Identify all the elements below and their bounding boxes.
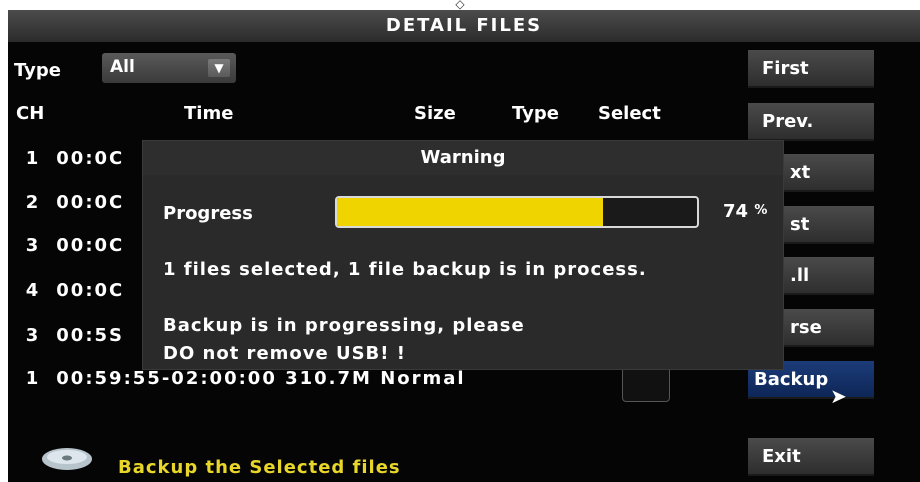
warning-message-line1: Backup is in progressing, please xyxy=(163,315,525,336)
column-header-type: Type xyxy=(512,103,559,124)
type-filter-value: All xyxy=(110,57,135,77)
dialog-title: Warning xyxy=(143,141,783,175)
progress-label: Progress xyxy=(163,203,253,224)
column-header-size: Size xyxy=(414,103,456,124)
warning-dialog: Warning Progress 74 % 1 files selected, … xyxy=(142,140,784,370)
table-row[interactable]: 2 00:0C xyxy=(18,192,124,213)
table-row[interactable]: 4 00:0C xyxy=(18,280,124,301)
progress-fill xyxy=(337,198,604,226)
column-header-time: Time xyxy=(184,103,234,124)
mouse-cursor-icon: ➤ xyxy=(830,384,847,408)
column-header-select: Select xyxy=(598,103,661,124)
footer-hint: Backup the Selected files xyxy=(118,457,401,478)
type-filter-label: Type xyxy=(14,60,61,81)
table-row[interactable]: 3 00:0C xyxy=(18,235,124,256)
table-row[interactable]: 1 00:59:55-02:00:00 310.7M Normal xyxy=(18,368,466,389)
chevron-down-icon: ▼ xyxy=(208,59,230,77)
table-row[interactable]: 3 00:5S xyxy=(18,325,124,346)
type-filter-select[interactable]: All ▼ xyxy=(102,53,236,83)
caret-down-icon: ◇ xyxy=(455,0,465,11)
prev-button[interactable]: Prev. xyxy=(748,103,874,141)
warning-message-line2: DO not remove USB! ! xyxy=(163,343,406,364)
disc-icon xyxy=(42,448,92,470)
status-message: 1 files selected, 1 file backup is in pr… xyxy=(163,259,647,280)
first-button[interactable]: First xyxy=(748,50,874,88)
progress-percent: 74 % xyxy=(723,201,768,222)
table-row[interactable]: 1 00:0C xyxy=(18,148,124,169)
exit-button[interactable]: Exit xyxy=(748,438,874,476)
column-header-ch: CH xyxy=(16,103,45,124)
progress-bar xyxy=(335,196,699,228)
page-title: DETAIL FILES xyxy=(8,10,920,42)
